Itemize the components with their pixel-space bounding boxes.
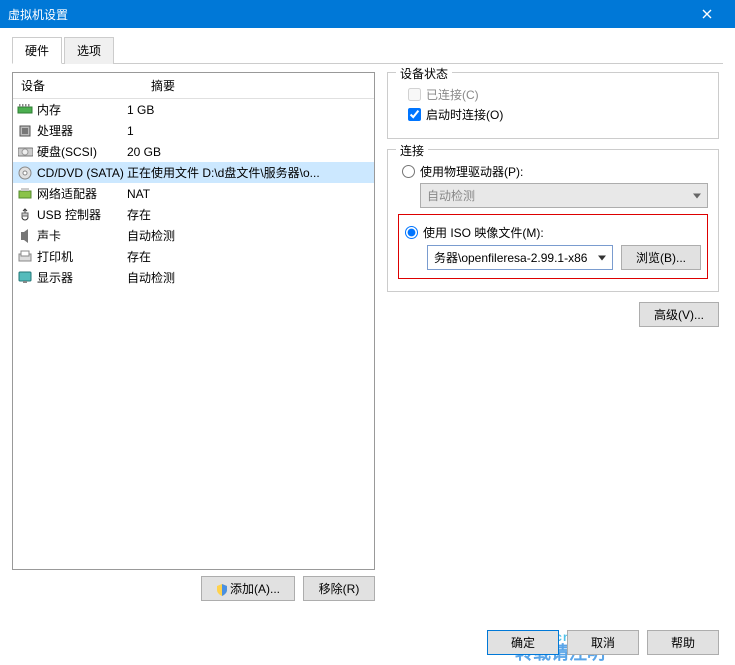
device-icon (17, 228, 33, 244)
device-summary: 存在 (127, 206, 370, 223)
device-row[interactable]: USB 控制器 存在 (13, 204, 374, 225)
help-button[interactable]: 帮助 (647, 630, 719, 655)
chk-connect-at-power-label: 启动时连接(O) (426, 106, 503, 123)
radio-physical-input[interactable] (402, 165, 415, 178)
ok-button[interactable]: 确定 (487, 630, 559, 655)
device-row[interactable]: 显示器 自动检测 (13, 267, 374, 288)
device-row[interactable]: 处理器 1 (13, 120, 374, 141)
device-icon (17, 102, 33, 118)
tab-options[interactable]: 选项 (64, 37, 114, 64)
device-name: 声卡 (37, 227, 61, 244)
device-row[interactable]: 打印机 存在 (13, 246, 374, 267)
radio-physical[interactable]: 使用物理驱动器(P): (402, 163, 708, 180)
left-panel: 设备 摘要 内存1 GB处理器1硬盘(SCSI)20 GBCD/DVD (SAT… (12, 72, 375, 601)
device-icon (17, 186, 33, 202)
cancel-button[interactable]: 取消 (567, 630, 639, 655)
group-device-status: 设备状态 已连接(C) 启动时连接(O) (387, 72, 719, 139)
device-row[interactable]: CD/DVD (SATA)正在使用文件 D:\d盘文件\服务器\o... (13, 162, 374, 183)
device-row[interactable]: 声卡 自动检测 (13, 225, 374, 246)
device-name: USB 控制器 (37, 206, 101, 223)
device-row[interactable]: 硬盘(SCSI) 20 GB (13, 141, 374, 162)
dialog-content: 硬件 选项 设备 摘要 内存1 GB处理器1硬盘(SCSI)20 GBCD/DV… (0, 28, 735, 601)
window-title: 虚拟机设置 (8, 6, 687, 23)
device-row[interactable]: 网络适配器 NAT (13, 183, 374, 204)
device-summary: 自动检测 (127, 227, 370, 244)
tab-hardware[interactable]: 硬件 (12, 37, 62, 64)
highlight-box: 使用 ISO 映像文件(M): 务器\openfileresa-2.99.1-x… (398, 214, 708, 279)
combo-iso-path[interactable]: 务器\openfileresa-2.99.1-x86 (427, 245, 613, 270)
device-icon (17, 270, 33, 286)
shield-icon (216, 584, 228, 596)
chk-connect-at-power[interactable]: 启动时连接(O) (408, 106, 708, 123)
device-name: 显示器 (37, 269, 73, 286)
hardware-list[interactable]: 设备 摘要 内存1 GB处理器1硬盘(SCSI)20 GBCD/DVD (SAT… (12, 72, 375, 570)
device-name: 处理器 (37, 122, 73, 139)
chk-connect-at-power-box[interactable] (408, 108, 421, 121)
device-icon (17, 144, 33, 160)
device-name: CD/DVD (SATA) (37, 166, 124, 180)
device-summary: 存在 (127, 248, 370, 265)
chk-connected-label: 已连接(C) (426, 86, 479, 103)
group-title-connection: 连接 (396, 142, 428, 159)
browse-button[interactable]: 浏览(B)... (621, 245, 701, 270)
device-name: 网络适配器 (37, 185, 97, 202)
col-device[interactable]: 设备 (13, 73, 143, 98)
tab-bar: 硬件 选项 (12, 36, 723, 64)
add-button[interactable]: 添加(A)... (201, 576, 295, 601)
device-icon (17, 165, 33, 181)
footer-buttons: 确定 取消 帮助 (487, 630, 719, 655)
radio-iso-input[interactable] (405, 226, 418, 239)
radio-physical-label: 使用物理驱动器(P): (420, 163, 523, 180)
radio-iso-label: 使用 ISO 映像文件(M): (423, 224, 544, 241)
device-summary: 正在使用文件 D:\d盘文件\服务器\o... (127, 164, 370, 181)
right-panel: 设备状态 已连接(C) 启动时连接(O) 连接 使用物理驱动器(P): 自动检测 (387, 72, 723, 601)
device-name: 打印机 (37, 248, 73, 265)
group-connection: 连接 使用物理驱动器(P): 自动检测 使用 ISO 映像文件(M): 务器\o… (387, 149, 719, 292)
device-icon (17, 207, 33, 223)
device-icon (17, 249, 33, 265)
close-button[interactable] (687, 0, 727, 28)
device-summary: 1 (127, 124, 370, 138)
add-label: 添加(A)... (230, 582, 280, 596)
device-name: 硬盘(SCSI) (37, 143, 97, 160)
remove-button[interactable]: 移除(R) (303, 576, 375, 601)
device-row[interactable]: 内存 1 GB (13, 99, 374, 120)
device-summary: 1 GB (127, 103, 370, 117)
device-summary: NAT (127, 187, 370, 201)
combo-physical-drive: 自动检测 (420, 183, 708, 208)
col-summary[interactable]: 摘要 (143, 73, 374, 98)
device-summary: 20 GB (127, 145, 370, 159)
device-icon (17, 123, 33, 139)
advanced-button[interactable]: 高级(V)... (639, 302, 719, 327)
radio-iso[interactable]: 使用 ISO 映像文件(M): (405, 224, 701, 241)
device-name: 内存 (37, 101, 61, 118)
chk-connected[interactable]: 已连接(C) (408, 86, 708, 103)
titlebar: 虚拟机设置 (0, 0, 735, 28)
chk-connected-box (408, 88, 421, 101)
hardware-list-header: 设备 摘要 (13, 73, 374, 99)
device-summary: 自动检测 (127, 269, 370, 286)
group-title-status: 设备状态 (396, 65, 452, 82)
